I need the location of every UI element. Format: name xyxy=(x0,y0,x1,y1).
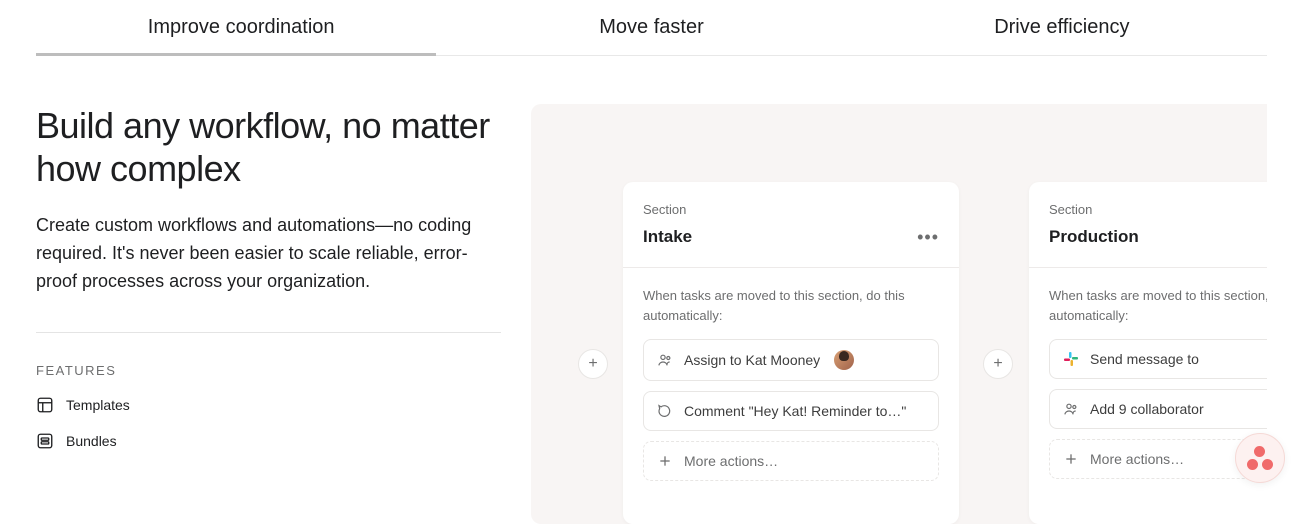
more-menu-icon[interactable]: ••• xyxy=(917,233,939,242)
action-text: Comment "Hey Kat! Reminder to…" xyxy=(684,403,906,419)
people-icon xyxy=(656,351,674,369)
more-actions-button[interactable]: More actions… xyxy=(643,441,939,481)
section-label: Section xyxy=(1049,202,1267,217)
tab-move-faster[interactable]: Move faster xyxy=(446,0,856,55)
add-section-button[interactable]: + xyxy=(578,349,608,379)
automation-slack[interactable]: Send message to xyxy=(1049,339,1267,379)
section-instruction: When tasks are moved to this section, do… xyxy=(643,286,939,325)
automation-comment[interactable]: Comment "Hey Kat! Reminder to…" xyxy=(643,391,939,431)
feature-label: Bundles xyxy=(66,433,117,449)
section-instruction: When tasks are moved to this section, do… xyxy=(1049,286,1267,325)
page-heading: Build any workflow, no matter how comple… xyxy=(36,104,501,190)
action-text: Add 9 collaborator xyxy=(1090,401,1204,417)
plus-icon xyxy=(656,452,674,470)
section-title: Production xyxy=(1049,227,1139,247)
more-actions-text: More actions… xyxy=(1090,451,1184,467)
workflow-visual: Section Intake ••• When tasks are moved … xyxy=(531,104,1267,524)
automation-assign[interactable]: Assign to Kat Mooney xyxy=(643,339,939,381)
avatar xyxy=(834,350,854,370)
tab-indicator xyxy=(36,53,436,56)
automation-collaborators[interactable]: Add 9 collaborator xyxy=(1049,389,1267,429)
action-text: Send message to xyxy=(1090,351,1199,367)
content-left: Build any workflow, no matter how comple… xyxy=(36,104,531,524)
section-label: Section xyxy=(643,202,939,217)
section-card-intake: Section Intake ••• When tasks are moved … xyxy=(623,182,959,524)
tab-improve-coordination[interactable]: Improve coordination xyxy=(36,0,446,55)
section-title: Intake xyxy=(643,227,692,247)
add-section-button[interactable]: + xyxy=(983,349,1013,379)
section-card-production: Section Production When tasks are moved … xyxy=(1029,182,1267,524)
tab-drive-efficiency[interactable]: Drive efficiency xyxy=(857,0,1267,55)
feature-bundles[interactable]: Bundles xyxy=(36,432,501,450)
templates-icon xyxy=(36,396,54,414)
feature-label: Templates xyxy=(66,397,130,413)
bundles-icon xyxy=(36,432,54,450)
feature-templates[interactable]: Templates xyxy=(36,396,501,414)
more-actions-text: More actions… xyxy=(684,453,778,469)
divider xyxy=(36,332,501,333)
tab-bar: Improve coordination Move faster Drive e… xyxy=(36,0,1267,56)
people-icon xyxy=(1062,400,1080,418)
asana-badge[interactable] xyxy=(1235,433,1285,483)
page-description: Create custom workflows and automations—… xyxy=(36,212,501,296)
comment-icon xyxy=(656,402,674,420)
plus-icon xyxy=(1062,450,1080,468)
slack-icon xyxy=(1062,350,1080,368)
action-text: Assign to Kat Mooney xyxy=(684,352,820,368)
features-label: FEATURES xyxy=(36,363,501,378)
